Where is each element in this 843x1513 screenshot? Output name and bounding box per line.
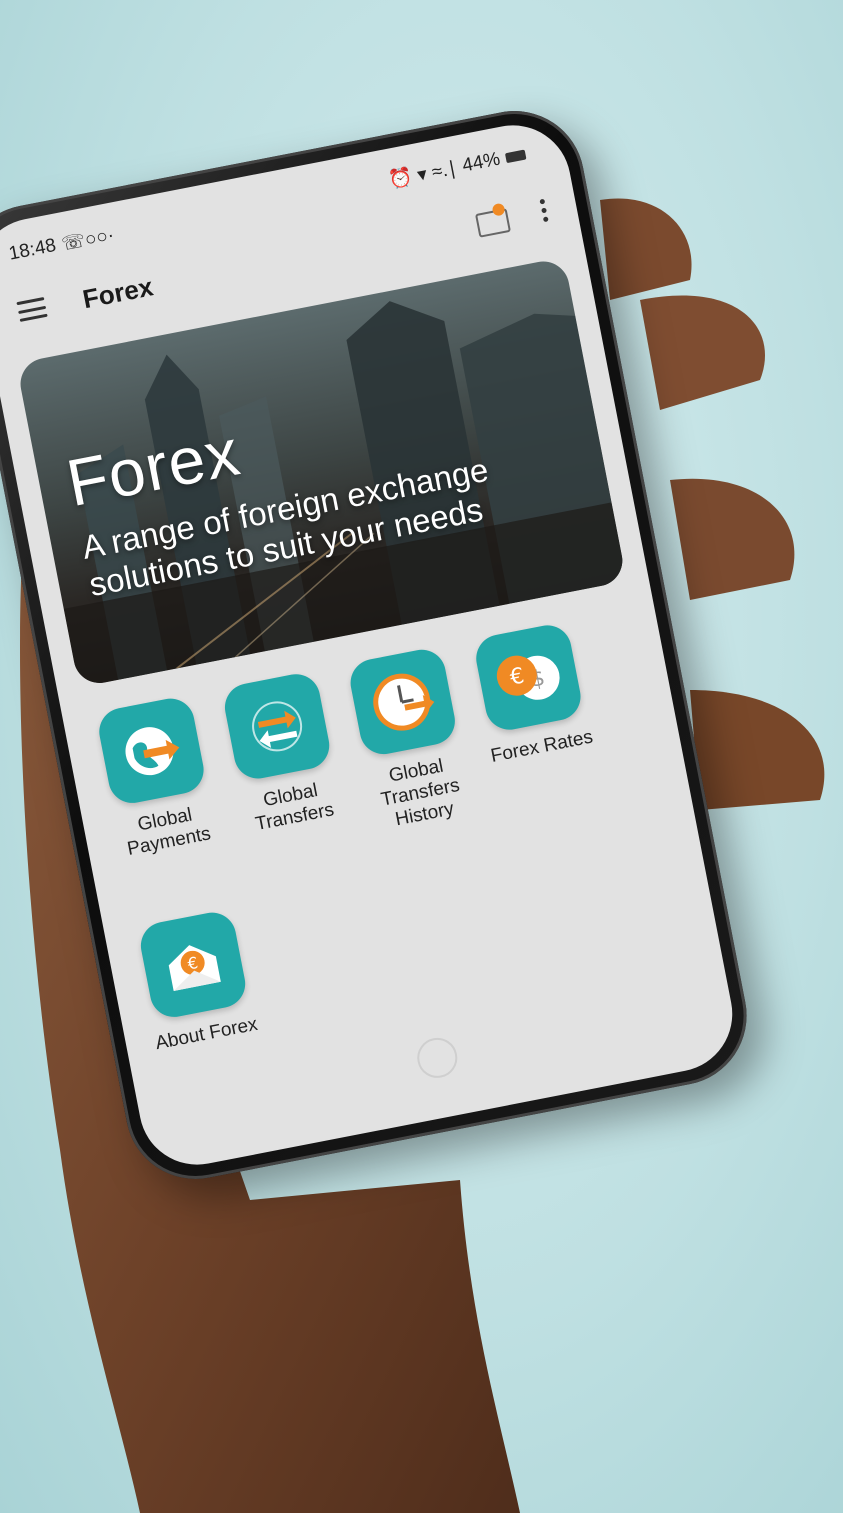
clock-arrow-icon (346, 645, 460, 759)
tile-label: About Forex (153, 1013, 260, 1055)
globe-arrow-icon (95, 694, 208, 808)
app-title: Forex (80, 270, 156, 314)
currency-coins-icon: $ € (472, 621, 585, 734)
battery-icon (504, 149, 527, 164)
transfer-arrows-icon (220, 670, 334, 783)
tile-global-payments[interactable]: Global Payments (84, 692, 229, 864)
status-time: 18:48 (7, 234, 58, 265)
chat-notification-icon[interactable] (472, 202, 511, 238)
tile-forex-rates[interactable]: $ € Forex Rates (461, 619, 602, 769)
tile-about-forex[interactable]: € About Forex (126, 906, 267, 1056)
tile-label: Global Transfers (253, 780, 336, 836)
tile-global-transfers-history[interactable]: Global Transfers History (336, 644, 485, 837)
home-button[interactable] (413, 1034, 461, 1082)
tile-label: Global Payments (125, 804, 213, 860)
tile-global-transfers[interactable]: Global Transfers (210, 668, 355, 840)
battery-level: 44% (460, 148, 502, 177)
status-system-icons: ⏰ ▾ ≈.∣ (387, 157, 459, 192)
tile-label: Global Transfers History (379, 755, 462, 831)
status-notification-icons: ☏○○· (59, 224, 116, 255)
more-vertical-icon[interactable] (539, 198, 549, 222)
hamburger-icon[interactable] (16, 296, 48, 322)
envelope-euro-icon: € (136, 908, 250, 1022)
tile-label: Forex Rates (489, 726, 595, 767)
